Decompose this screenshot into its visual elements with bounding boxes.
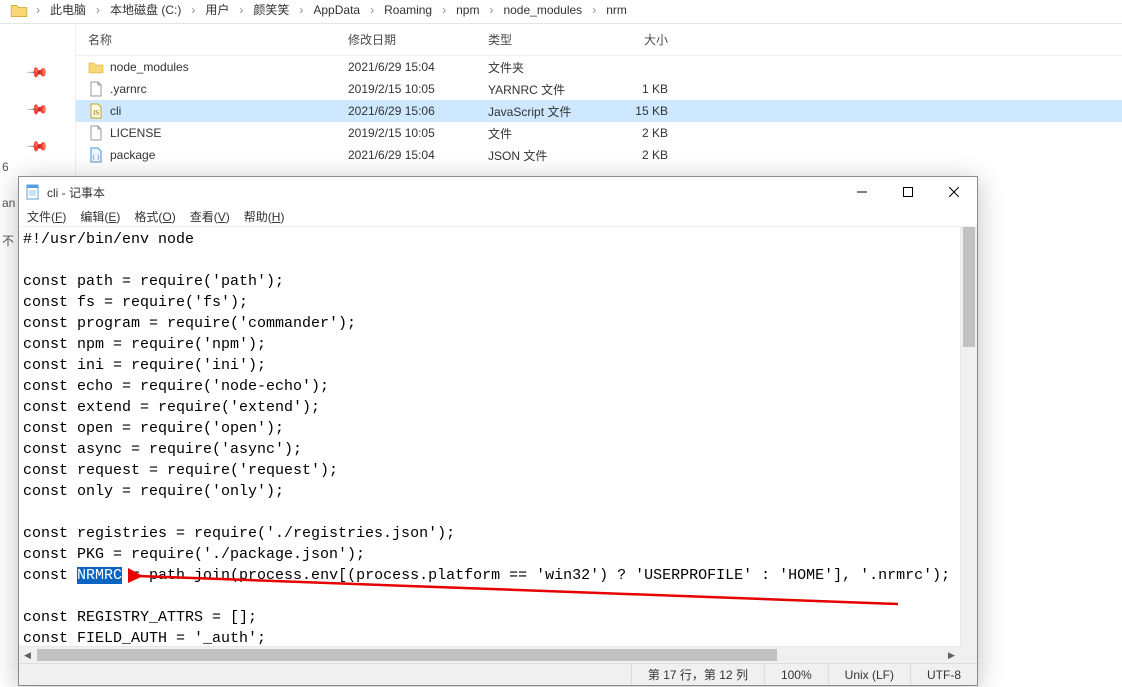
menu-edit[interactable]: 编辑(E): [80, 208, 120, 225]
file-type: YARNRC 文件: [488, 81, 608, 98]
chevron-right-icon: ›: [485, 3, 497, 17]
file-date: 2021/6/29 15:06: [348, 104, 488, 118]
file-row[interactable]: LICENSE 2019/2/15 10:05文件2 KB: [76, 122, 1122, 144]
js-icon: JS: [88, 103, 104, 119]
editor-viewport: #!/usr/bin/env node const path = require…: [19, 227, 977, 663]
breadcrumb-item[interactable]: nrm: [604, 3, 629, 17]
horizontal-scrollbar[interactable]: ◀ ▶: [19, 646, 960, 663]
scroll-right-icon[interactable]: ▶: [943, 647, 960, 663]
chevron-right-icon: ›: [92, 3, 104, 17]
svg-text:JS: JS: [93, 109, 100, 117]
breadcrumb-item[interactable]: 颜笑笑: [251, 1, 291, 18]
file-size: 15 KB: [608, 104, 678, 118]
file-name: cli: [110, 104, 121, 118]
col-header-name[interactable]: 名称: [88, 31, 348, 48]
file-type: 文件夹: [488, 59, 608, 76]
status-encoding: UTF-8: [910, 664, 977, 685]
file-date: 2019/2/15 10:05: [348, 126, 488, 140]
file-name: .yarnrc: [110, 82, 147, 96]
menu-help[interactable]: 帮助(H): [244, 208, 285, 225]
col-header-date[interactable]: 修改日期: [348, 31, 488, 48]
pin-icon: 📌: [25, 60, 49, 84]
maximize-button[interactable]: [885, 177, 931, 207]
pin-icon: 📌: [25, 97, 49, 121]
chevron-right-icon: ›: [187, 3, 199, 17]
close-button[interactable]: [931, 177, 977, 207]
breadcrumb-item[interactable]: node_modules: [501, 3, 584, 17]
folder-icon: [88, 59, 104, 75]
breadcrumb-item[interactable]: 本地磁盘 (C:): [108, 1, 183, 18]
chevron-right-icon: ›: [438, 3, 450, 17]
file-type: JSON 文件: [488, 147, 608, 164]
file-type: 文件: [488, 125, 608, 142]
window-title: cli - 记事本: [47, 184, 105, 201]
file-row[interactable]: .yarnrc 2019/2/15 10:05YARNRC 文件1 KB: [76, 78, 1122, 100]
scroll-left-icon[interactable]: ◀: [19, 647, 36, 663]
breadcrumb-item[interactable]: Roaming: [382, 3, 434, 17]
chevron-right-icon: ›: [235, 3, 247, 17]
breadcrumb-item[interactable]: 此电脑: [48, 1, 88, 18]
file-date: 2019/2/15 10:05: [348, 82, 488, 96]
col-header-size[interactable]: 大小: [608, 31, 678, 48]
minimize-button[interactable]: [839, 177, 885, 207]
file-icon: [88, 125, 104, 141]
file-size: 2 KB: [608, 126, 678, 140]
menubar[interactable]: 文件(F) 编辑(E) 格式(O) 查看(V) 帮助(H): [19, 207, 977, 227]
status-eol: Unix (LF): [828, 664, 910, 685]
breadcrumb[interactable]: › 此电脑 › 本地磁盘 (C:) › 用户 › 颜笑笑 › AppData ›…: [0, 0, 1122, 24]
menu-format[interactable]: 格式(O): [134, 208, 175, 225]
chevron-right-icon: ›: [295, 3, 307, 17]
statusbar: 第 17 行，第 12 列 100% Unix (LF) UTF-8: [19, 663, 977, 685]
file-type: JavaScript 文件: [488, 103, 608, 120]
menu-view[interactable]: 查看(V): [190, 208, 230, 225]
notepad-icon: [25, 184, 41, 200]
scroll-corner: [960, 646, 977, 663]
file-name: node_modules: [110, 60, 189, 74]
pin-icon: 📌: [25, 134, 49, 158]
file-date: 2021/6/29 15:04: [348, 148, 488, 162]
svg-text:{ }: { }: [92, 155, 99, 161]
folder-icon: [10, 3, 28, 17]
notepad-window: cli - 记事本 文件(F) 编辑(E) 格式(O) 查看(V) 帮助(H) …: [18, 176, 978, 686]
chevron-right-icon: ›: [588, 3, 600, 17]
file-row[interactable]: node_modules 2021/6/29 15:04文件夹: [76, 56, 1122, 78]
json-icon: { }: [88, 147, 104, 163]
breadcrumb-item[interactable]: npm: [454, 3, 481, 17]
col-header-type[interactable]: 类型: [488, 31, 608, 48]
status-caret-pos: 第 17 行，第 12 列: [631, 664, 764, 685]
cutoff-text: 6 an 不: [0, 160, 15, 249]
file-name: LICENSE: [110, 126, 161, 140]
status-zoom: 100%: [764, 664, 828, 685]
file-date: 2021/6/29 15:04: [348, 60, 488, 74]
file-name: package: [110, 148, 155, 162]
chevron-right-icon: ›: [366, 3, 378, 17]
titlebar[interactable]: cli - 记事本: [19, 177, 977, 207]
editor-text[interactable]: #!/usr/bin/env node const path = require…: [19, 227, 960, 646]
breadcrumb-item[interactable]: 用户: [203, 1, 231, 18]
breadcrumb-item[interactable]: AppData: [311, 3, 362, 17]
file-size: 2 KB: [608, 148, 678, 162]
file-icon: [88, 81, 104, 97]
chevron-right-icon: ›: [32, 3, 44, 17]
highlighted-text: NRMRC: [77, 567, 122, 584]
file-size: 1 KB: [608, 82, 678, 96]
vertical-scrollbar[interactable]: [960, 227, 977, 646]
file-list-header[interactable]: 名称 修改日期 类型 大小: [76, 24, 1122, 56]
file-row[interactable]: { } package 2021/6/29 15:04JSON 文件2 KB: [76, 144, 1122, 166]
menu-file[interactable]: 文件(F): [27, 208, 66, 225]
file-row[interactable]: JS cli 2021/6/29 15:06JavaScript 文件15 KB: [76, 100, 1122, 122]
